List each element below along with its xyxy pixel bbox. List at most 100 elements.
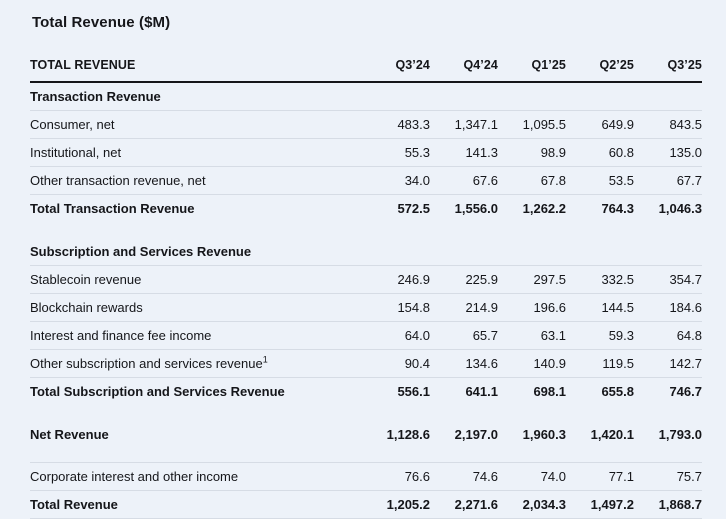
- cell-value: 63.1: [498, 321, 566, 350]
- cell-value: [430, 238, 498, 266]
- table-row-institutional-net: Institutional, net 55.3 141.3 98.9 60.8 135.0: [30, 138, 702, 167]
- cell-value: 1,868.7: [634, 490, 702, 519]
- cell-value: 649.9: [566, 110, 634, 139]
- table-body: Transaction Revenue Consumer, net 483.3 1,3…: [30, 82, 702, 519]
- row-label-text: Subscription and Services Revenue: [30, 244, 252, 259]
- cell-value: 225.9: [430, 265, 498, 294]
- row-label-text: Total Revenue: [30, 497, 118, 512]
- cell-value: 764.3: [601, 201, 634, 216]
- cell-value: 1,793.0: [658, 427, 702, 442]
- cell-value: 1,556.0: [454, 201, 498, 216]
- row-label-text: Corporate interest and other income: [30, 469, 239, 484]
- row-label: Total Revenue: [30, 490, 362, 519]
- cell-value: 1,960.3: [522, 427, 566, 442]
- row-label: Other transaction revenue, net: [30, 166, 362, 195]
- row-label: Total Transaction Revenue: [30, 195, 362, 223]
- cell-value: 354.7: [634, 265, 702, 294]
- row-label-text: Other transaction revenue, net: [30, 173, 206, 188]
- cell-value: 698.1: [533, 384, 566, 399]
- spacer-row: [30, 448, 702, 463]
- column-header-q2-25: Q2’25: [566, 52, 634, 83]
- cell-value: 1,205.2: [362, 490, 430, 519]
- cell-value: 98.9: [498, 138, 566, 167]
- cell-value: 67.6: [430, 166, 498, 195]
- cell-value: 64.0: [362, 321, 430, 350]
- cell-value: 655.8: [601, 384, 634, 399]
- row-label: Stablecoin revenue: [30, 265, 362, 294]
- row-label: Other subscription and services revenue1: [30, 349, 362, 378]
- row-label-text: Blockchain rewards: [30, 300, 143, 315]
- row-label: Corporate interest and other income: [30, 462, 362, 491]
- cell-value: 184.6: [634, 293, 702, 322]
- cell-value: 1,128.6: [386, 427, 430, 442]
- revenue-table: TOTAL REVENUE Q3’24 Q4’24 Q1’25 Q2’25 Q3…: [30, 52, 702, 519]
- cell-value: 55.3: [362, 138, 430, 167]
- cell-value: 65.7: [430, 321, 498, 350]
- spacer-row: [30, 222, 702, 238]
- row-label: Transaction Revenue: [30, 82, 362, 111]
- row-label: Subscription and Services Revenue: [30, 238, 362, 266]
- row-label: Consumer, net: [30, 110, 362, 139]
- cell-value: 483.3: [362, 110, 430, 139]
- cell-value: 641.1: [465, 384, 498, 399]
- cell-value: [362, 82, 430, 111]
- row-label-text: Transaction Revenue: [30, 89, 161, 104]
- page-title: Total Revenue ($M): [32, 14, 171, 31]
- cell-value: 140.9: [498, 349, 566, 378]
- table-row-interest-and-finance-fee-income: Interest and finance fee income 64.0 65.7 6…: [30, 321, 702, 350]
- table-row-consumer-net: Consumer, net 483.3 1,347.1 1,095.5 649.9 843…: [30, 110, 702, 139]
- row-label-text: Institutional, net: [30, 145, 122, 160]
- spacer-cell: [30, 448, 702, 463]
- table-row-other-subscription-and-services-revenue: Other subscription and services revenue1…: [30, 349, 702, 378]
- table-row-stablecoin-revenue: Stablecoin revenue 246.9 225.9 297.5 332.5 35…: [30, 265, 702, 294]
- cell-value: 154.8: [362, 293, 430, 322]
- cell-value: 77.1: [566, 462, 634, 491]
- cell-value: 64.8: [634, 321, 702, 350]
- spacer-cell: [30, 222, 702, 238]
- column-header-q3-24: Q3’24: [362, 52, 430, 83]
- cell-value: [498, 238, 566, 266]
- cell-value: 53.5: [566, 166, 634, 195]
- cell-value: 297.5: [498, 265, 566, 294]
- cell-value: [362, 238, 430, 266]
- cell-value: 2,271.6: [430, 490, 498, 519]
- table-row-corporate-interest-and-other-income: Corporate interest and other income 76.6 7…: [30, 462, 702, 491]
- cell-value: 1,095.5: [498, 110, 566, 139]
- cell-value: 67.8: [498, 166, 566, 195]
- row-label-text: Consumer, net: [30, 117, 115, 132]
- cell-value: 74.6: [430, 462, 498, 491]
- table-row-total-revenue: Total Revenue 1,205.2 2,271.6 2,034.3 1,497.…: [30, 490, 702, 519]
- cell-value: 214.9: [430, 293, 498, 322]
- cell-value: 1,262.2: [522, 201, 566, 216]
- row-label-text: Total Transaction Revenue: [30, 201, 195, 216]
- row-label-text: Interest and finance fee income: [30, 328, 212, 343]
- table-row-other-transaction-revenue-net: Other transaction revenue, net 34.0 67.6 67…: [30, 166, 702, 195]
- row-label: Net Revenue: [30, 421, 362, 448]
- cell-value: 119.5: [566, 349, 634, 378]
- column-header-q3-25: Q3’25: [634, 52, 702, 83]
- cell-value: 2,034.3: [498, 490, 566, 519]
- spacer-row: [30, 405, 702, 421]
- table-header-label: TOTAL REVENUE: [30, 52, 362, 83]
- cell-value: 2,197.0: [454, 427, 498, 442]
- cell-value: 67.7: [634, 166, 702, 195]
- cell-value: 74.0: [498, 462, 566, 491]
- row-label-text: Stablecoin revenue: [30, 272, 142, 287]
- cell-value: 196.6: [498, 293, 566, 322]
- footnote-marker: 1: [262, 354, 268, 365]
- cell-value: 90.4: [362, 349, 430, 378]
- cell-value: 746.7: [669, 384, 702, 399]
- cell-value: 843.5: [634, 110, 702, 139]
- cell-value: 142.7: [634, 349, 702, 378]
- column-header-q1-25: Q1’25: [498, 52, 566, 83]
- table-row-subscription-and-services-revenue: Subscription and Services Revenue: [30, 238, 702, 266]
- cell-value: [566, 82, 634, 111]
- cell-value: [634, 238, 702, 266]
- cell-value: 76.6: [362, 462, 430, 491]
- financial-table-page: Total Revenue ($M) TOTAL REVENUE Q3’24 Q…: [0, 0, 726, 519]
- table-header-row: TOTAL REVENUE Q3’24 Q4’24 Q1’25 Q2’25 Q3…: [30, 52, 702, 83]
- cell-value: 246.9: [362, 265, 430, 294]
- cell-value: 141.3: [430, 138, 498, 167]
- cell-value: [566, 238, 634, 266]
- cell-value: 1,046.3: [658, 201, 702, 216]
